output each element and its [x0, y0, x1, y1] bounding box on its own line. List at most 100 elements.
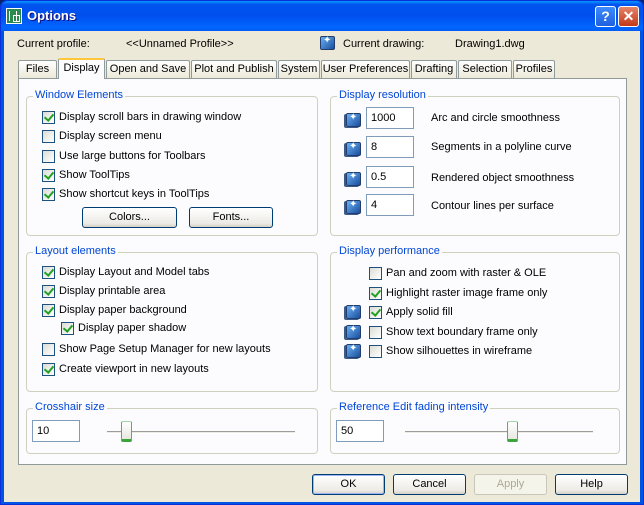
- checkbox[interactable]: [42, 149, 55, 163]
- checkbox-label: Show ToolTips: [59, 169, 130, 181]
- polyline-segments-input[interactable]: [366, 136, 414, 158]
- checkbox[interactable]: [42, 110, 55, 124]
- checkbox-label: Show shortcut keys in ToolTips: [59, 188, 210, 200]
- checkbox-scroll-bars[interactable]: Display scroll bars in drawing window: [42, 109, 241, 125]
- tab-system[interactable]: System: [278, 60, 320, 78]
- checkbox[interactable]: [369, 286, 382, 300]
- contour-lines-input[interactable]: [366, 194, 414, 216]
- checkbox[interactable]: [369, 305, 382, 319]
- tab-display[interactable]: Display: [58, 58, 105, 79]
- fonts-button[interactable]: Fonts...: [189, 207, 273, 228]
- colors-button[interactable]: Colors...: [82, 207, 177, 228]
- checkbox-shortcut-keys[interactable]: Show shortcut keys in ToolTips: [42, 186, 209, 202]
- window-elements-title: Window Elements: [33, 89, 126, 101]
- drawing-setting-icon: [346, 324, 361, 339]
- autocad-app-icon: [6, 8, 22, 24]
- checkbox-show-tooltips[interactable]: Show ToolTips: [42, 167, 130, 183]
- tab-drafting[interactable]: Drafting: [411, 60, 457, 78]
- checkbox-pan-zoom-raster[interactable]: Pan and zoom with raster & OLE: [369, 265, 546, 281]
- tab-profiles[interactable]: Profiles: [513, 60, 555, 78]
- checkbox-label: Show Page Setup Manager for new layouts: [59, 343, 271, 355]
- checkbox-label: Show silhouettes in wireframe: [386, 345, 533, 357]
- checkbox-label: Display Layout and Model tabs: [59, 266, 210, 278]
- current-profile-label: Current profile:: [17, 38, 90, 50]
- checkbox[interactable]: [369, 325, 382, 339]
- checkbox-label: Pan and zoom with raster & OLE: [386, 267, 547, 279]
- drawing-setting-icon: [346, 343, 361, 358]
- arc-smoothness-label: Arc and circle smoothness: [431, 112, 560, 124]
- crosshair-slider-track[interactable]: [107, 431, 295, 434]
- crosshair-size-group: Crosshair size: [26, 401, 318, 454]
- checkbox-label: Display screen menu: [59, 130, 162, 142]
- title-bar[interactable]: Options ? ✕: [1, 1, 643, 31]
- checkbox[interactable]: [61, 321, 74, 335]
- drawing-setting-icon: [346, 304, 361, 319]
- arc-smoothness-input[interactable]: [366, 107, 414, 129]
- checkbox-label: Use large buttons for Toolbars: [59, 150, 206, 162]
- close-button[interactable]: ✕: [618, 6, 639, 27]
- apply-button[interactable]: Apply: [474, 474, 547, 495]
- current-profile-value: <<Unnamed Profile>>: [126, 38, 234, 50]
- tab-user-preferences[interactable]: User Preferences: [321, 60, 410, 78]
- checkbox-label: Display scroll bars in drawing window: [59, 111, 242, 123]
- checkbox[interactable]: [42, 284, 55, 298]
- refedit-fading-input[interactable]: [336, 420, 384, 442]
- checkbox[interactable]: [42, 187, 55, 201]
- display-resolution-group: Display resolution Arc and circle smooth…: [330, 89, 620, 236]
- tab-open-and-save[interactable]: Open and Save: [106, 60, 190, 78]
- refedit-slider-thumb[interactable]: [507, 421, 519, 442]
- checkbox[interactable]: [42, 129, 55, 143]
- display-tab-panel: Window Elements Display scroll bars in d…: [18, 78, 627, 465]
- crosshair-slider-thumb[interactable]: [120, 421, 132, 442]
- checkbox-paper-shadow[interactable]: Display paper shadow: [61, 320, 186, 336]
- checkbox-text-boundary-frame[interactable]: Show text boundary frame only: [369, 324, 538, 340]
- drawing-setting-icon: [346, 171, 361, 186]
- refedit-fading-group: Reference Edit fading intensity: [330, 401, 620, 454]
- current-drawing-label: Current drawing:: [343, 38, 425, 50]
- checkbox-paper-background[interactable]: Display paper background: [42, 302, 187, 318]
- checkbox[interactable]: [42, 303, 55, 317]
- checkbox-page-setup-manager[interactable]: Show Page Setup Manager for new layouts: [42, 341, 271, 357]
- checkbox[interactable]: [42, 362, 55, 376]
- checkbox-label: Apply solid fill: [386, 306, 453, 318]
- dialog-body: Current profile: <<Unnamed Profile>> Cur…: [4, 31, 640, 502]
- ok-button[interactable]: OK: [312, 474, 385, 495]
- checkbox[interactable]: [42, 168, 55, 182]
- checkbox[interactable]: [42, 265, 55, 279]
- crosshair-size-input[interactable]: [32, 420, 80, 442]
- help-button[interactable]: Help: [555, 474, 628, 495]
- rendered-smoothness-input[interactable]: [366, 166, 414, 188]
- options-dialog: Options ? ✕ Current profile: <<Unnamed P…: [0, 0, 644, 505]
- drawing-setting-icon: [346, 112, 361, 127]
- help-title-button[interactable]: ?: [595, 6, 616, 27]
- checkbox[interactable]: [369, 266, 382, 280]
- layout-elements-group: Layout elements Display Layout and Model…: [26, 245, 318, 392]
- checkbox-label: Display paper background: [59, 304, 187, 316]
- checkbox-highlight-raster-frame[interactable]: Highlight raster image frame only: [369, 285, 547, 301]
- drawing-setting-icon: [320, 35, 335, 50]
- checkbox[interactable]: [42, 342, 55, 356]
- checkbox-large-buttons[interactable]: Use large buttons for Toolbars: [42, 148, 206, 164]
- checkbox-silhouettes-wireframe[interactable]: Show silhouettes in wireframe: [369, 343, 532, 359]
- current-drawing-value: Drawing1.dwg: [455, 38, 525, 50]
- display-performance-title: Display performance: [337, 245, 442, 257]
- refedit-slider-track[interactable]: [405, 431, 593, 434]
- checkbox-create-viewport[interactable]: Create viewport in new layouts: [42, 361, 209, 377]
- checkbox-apply-solid-fill[interactable]: Apply solid fill: [369, 304, 453, 320]
- tab-selection[interactable]: Selection: [458, 60, 512, 78]
- checkbox-layout-model-tabs[interactable]: Display Layout and Model tabs: [42, 264, 209, 280]
- checkbox-label: Display paper shadow: [78, 322, 187, 334]
- checkbox-screen-menu[interactable]: Display screen menu: [42, 128, 162, 144]
- tab-files[interactable]: Files: [18, 60, 57, 78]
- checkbox[interactable]: [369, 344, 382, 358]
- tab-plot-and-publish[interactable]: Plot and Publish: [191, 60, 277, 78]
- checkbox-label: Create viewport in new layouts: [59, 363, 209, 375]
- checkbox-label: Display printable area: [59, 285, 166, 297]
- layout-elements-title: Layout elements: [33, 245, 118, 257]
- polyline-segments-label: Segments in a polyline curve: [431, 141, 572, 153]
- cancel-button[interactable]: Cancel: [393, 474, 466, 495]
- checkbox-label: Highlight raster image frame only: [386, 287, 548, 299]
- window-title: Options: [27, 8, 77, 23]
- rendered-smoothness-label: Rendered object smoothness: [431, 172, 575, 184]
- checkbox-printable-area[interactable]: Display printable area: [42, 283, 165, 299]
